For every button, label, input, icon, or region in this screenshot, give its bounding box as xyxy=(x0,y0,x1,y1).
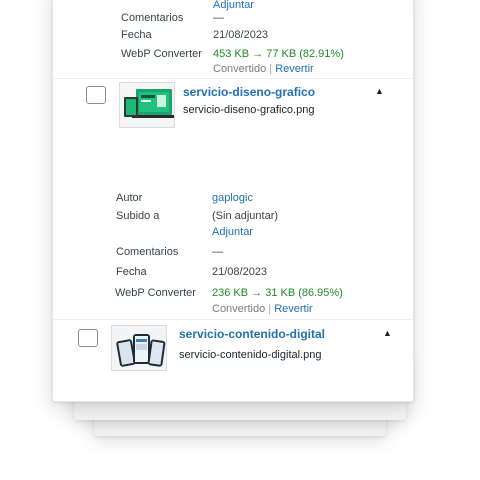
date-value: 21/08/2023 xyxy=(212,266,268,278)
uploaded-to-label: Subido a xyxy=(116,210,160,222)
media-thumbnail[interactable] xyxy=(119,82,175,128)
date-label: Fecha xyxy=(116,266,147,278)
webp-label: WebP Converter xyxy=(121,48,202,60)
row-divider xyxy=(53,319,413,320)
media-list-card: Adjuntar Comentarios — Fecha 21/08/2023 … xyxy=(52,0,414,402)
media-title-link[interactable]: servicio-contenido-digital xyxy=(179,327,325,341)
actions-separator: | xyxy=(268,303,272,315)
uploaded-to-value: (Sin adjuntar) xyxy=(212,210,279,222)
collapse-caret-icon[interactable]: ▲ xyxy=(383,328,392,338)
comments-value: — xyxy=(213,12,224,24)
media-filename: servicio-contenido-digital.png xyxy=(179,349,322,361)
media-filename: servicio-diseno-grafico.png xyxy=(183,104,315,116)
select-checkbox[interactable] xyxy=(86,86,106,104)
converted-text: Convertido xyxy=(212,303,266,315)
comments-label: Comentarios xyxy=(121,12,184,24)
webp-value: 453 KB → 77 KB (82.91%) xyxy=(213,48,344,60)
actions-separator: | xyxy=(269,63,273,75)
converted-text: Convertido xyxy=(213,63,267,75)
select-checkbox[interactable] xyxy=(78,329,98,347)
comments-label: Comentarios xyxy=(116,246,179,258)
attach-link[interactable]: Adjuntar xyxy=(213,0,254,11)
attach-link[interactable]: Adjuntar xyxy=(212,226,253,238)
webp-label: WebP Converter xyxy=(115,287,196,299)
revert-link[interactable]: Revertir xyxy=(274,303,313,315)
author-link[interactable]: gaplogic xyxy=(212,192,253,204)
row-divider xyxy=(53,78,413,79)
media-title-link[interactable]: servicio-diseno-grafico xyxy=(183,85,315,99)
revert-link[interactable]: Revertir xyxy=(275,63,314,75)
thumbnail-image-icon xyxy=(112,326,166,370)
comments-value: — xyxy=(212,246,223,258)
date-label: Fecha xyxy=(121,29,152,41)
date-value: 21/08/2023 xyxy=(213,29,269,41)
thumbnail-image-icon xyxy=(120,83,174,127)
webp-actions: Convertido | Revertir xyxy=(212,303,313,315)
author-label: Autor xyxy=(116,192,143,204)
webp-actions: Convertido | Revertir xyxy=(213,63,314,75)
media-thumbnail[interactable] xyxy=(111,325,167,371)
collapse-caret-icon[interactable]: ▲ xyxy=(375,86,384,96)
webp-value: 236 KB → 31 KB (86.95%) xyxy=(212,287,343,299)
